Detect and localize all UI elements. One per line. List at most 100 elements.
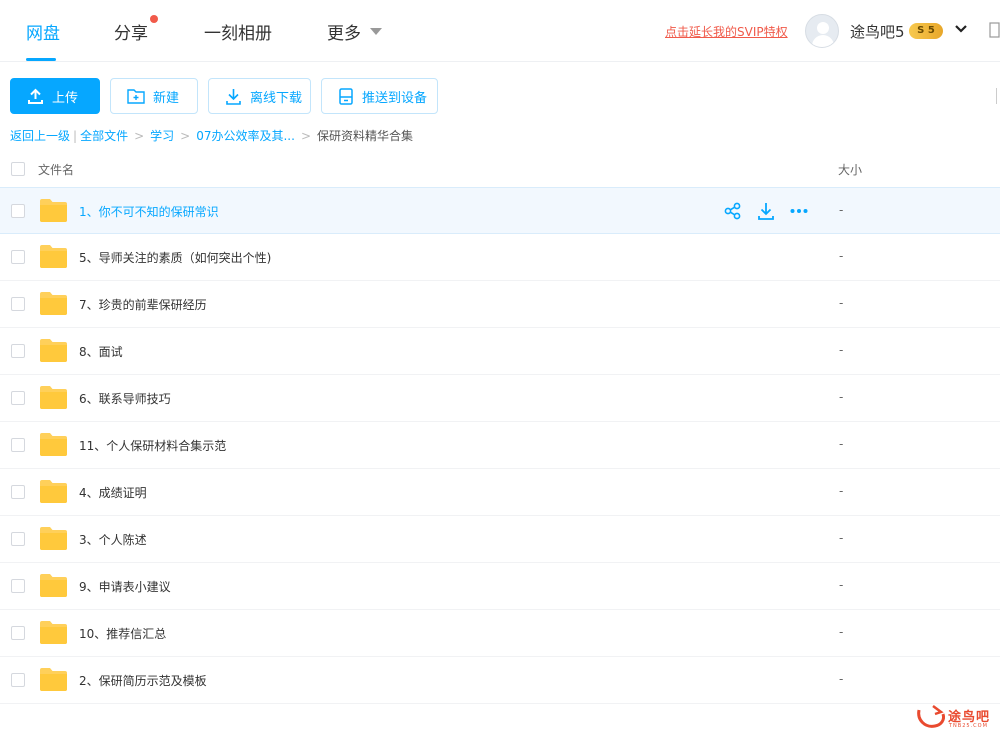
file-size: - [839, 203, 844, 217]
panel-icon[interactable] [988, 22, 1000, 38]
table-row[interactable]: 10、推荐信汇总 - [0, 610, 1000, 657]
breadcrumb-item-office[interactable]: 07办公效率及其... [196, 127, 295, 144]
username[interactable]: 途鸟吧5 [850, 21, 905, 42]
folder-icon [40, 433, 67, 456]
table-header: 文件名 大小 [0, 152, 1000, 186]
file-name[interactable]: 6、联系导师技巧 [79, 390, 171, 407]
file-name[interactable]: 8、面试 [79, 343, 123, 360]
active-tab-indicator [26, 58, 56, 61]
row-checkbox[interactable] [11, 204, 25, 218]
folder-icon [40, 386, 67, 409]
offline-download-label: 离线下载 [250, 90, 303, 106]
file-name[interactable]: 10、推荐信汇总 [79, 625, 166, 642]
upload-label: 上传 [52, 90, 79, 106]
watermark-subtext: TNB25.COM [949, 723, 988, 729]
share-icon[interactable] [723, 201, 743, 221]
file-name[interactable]: 5、导师关注的素质（如何突出个性) [79, 249, 271, 266]
file-name[interactable]: 2、保研简历示范及模板 [79, 672, 207, 689]
device-icon [339, 87, 353, 105]
breadcrumb-item-all-files[interactable]: 全部文件 [80, 127, 128, 144]
table-row[interactable]: 4、成绩证明 - [0, 469, 1000, 516]
top-nav: 网盘 分享 一刻相册 更多 点击延长我的SVIP特权 途鸟吧5 S 5 [0, 0, 1000, 62]
row-checkbox[interactable] [11, 673, 25, 687]
row-checkbox[interactable] [11, 626, 25, 640]
tab-netdisk[interactable]: 网盘 [26, 19, 60, 44]
file-name[interactable]: 9、申请表小建议 [79, 578, 171, 595]
table-row[interactable]: 3、个人陈述 - [0, 516, 1000, 563]
file-size: - [839, 531, 844, 545]
file-size: - [839, 672, 844, 686]
new-folder-button[interactable]: 新建 [110, 78, 198, 114]
row-checkbox[interactable] [11, 485, 25, 499]
more-caret-icon[interactable] [370, 28, 382, 35]
row-checkbox[interactable] [11, 391, 25, 405]
upload-icon [28, 88, 43, 104]
notification-dot [150, 15, 158, 23]
table-row[interactable]: 6、联系导师技巧 - [0, 375, 1000, 422]
file-size: - [839, 484, 844, 498]
folder-icon [40, 527, 67, 550]
svip-badge: S 5 [909, 23, 943, 39]
table-row[interactable]: 1、你不可不知的保研常识 - [0, 187, 1000, 234]
folder-icon [40, 480, 67, 503]
breadcrumb-separator: > [180, 128, 191, 143]
table-row[interactable]: 5、导师关注的素质（如何突出个性) - [0, 234, 1000, 281]
table-row[interactable]: 11、个人保研材料合集示范 - [0, 422, 1000, 469]
download-icon[interactable] [756, 201, 776, 221]
breadcrumb-item-study[interactable]: 学习 [150, 127, 174, 144]
folder-icon [40, 574, 67, 597]
file-size: - [839, 343, 844, 357]
more-icon[interactable] [789, 201, 809, 221]
file-name[interactable]: 7、珍贵的前辈保研经历 [79, 296, 207, 313]
file-size: - [839, 296, 844, 310]
push-to-device-label: 推送到设备 [362, 90, 428, 106]
svip-renew-link[interactable]: 点击延长我的SVIP特权 [665, 23, 788, 40]
row-checkbox[interactable] [11, 344, 25, 358]
toolbar-edge [996, 88, 1000, 104]
folder-icon [40, 668, 67, 691]
table-row[interactable]: 9、申请表小建议 - [0, 563, 1000, 610]
breadcrumb: 返回上一级 | 全部文件 > 学习 > 07办公效率及其... > 保研资料精华… [10, 127, 413, 144]
select-all-checkbox[interactable] [11, 162, 25, 176]
breadcrumb-separator: > [300, 128, 311, 143]
file-size: - [839, 249, 844, 263]
table-row[interactable]: 8、面试 - [0, 328, 1000, 375]
push-to-device-button[interactable]: 推送到设备 [321, 78, 438, 114]
new-folder-icon [127, 89, 145, 104]
table-row[interactable]: 2、保研简历示范及模板 - [0, 657, 1000, 704]
file-size: - [839, 437, 844, 451]
tab-share[interactable]: 分享 [114, 19, 148, 44]
folder-icon [40, 292, 67, 315]
breadcrumb-divider: | [73, 128, 78, 143]
file-size: - [839, 578, 844, 592]
file-name[interactable]: 1、你不可不知的保研常识 [79, 203, 219, 220]
breadcrumb-separator: > [134, 128, 145, 143]
file-size: - [839, 390, 844, 404]
column-header-name[interactable]: 文件名 [38, 161, 74, 178]
tab-more[interactable]: 更多 [327, 19, 361, 44]
row-actions [723, 201, 809, 221]
file-name[interactable]: 3、个人陈述 [79, 531, 147, 548]
file-size: - [839, 625, 844, 639]
new-folder-label: 新建 [153, 90, 180, 106]
download-icon [226, 88, 241, 105]
tab-album[interactable]: 一刻相册 [204, 19, 272, 44]
column-header-size[interactable]: 大小 [838, 161, 862, 178]
row-checkbox[interactable] [11, 250, 25, 264]
breadcrumb-current: 保研资料精华合集 [317, 129, 414, 143]
row-checkbox[interactable] [11, 579, 25, 593]
folder-icon [40, 245, 67, 268]
file-name[interactable]: 11、个人保研材料合集示范 [79, 437, 226, 454]
avatar[interactable] [805, 14, 839, 48]
file-name[interactable]: 4、成绩证明 [79, 484, 147, 501]
row-checkbox[interactable] [11, 532, 25, 546]
row-checkbox[interactable] [11, 297, 25, 311]
folder-icon [40, 621, 67, 644]
table-row[interactable]: 7、珍贵的前辈保研经历 - [0, 281, 1000, 328]
chevron-down-icon[interactable] [953, 21, 969, 37]
breadcrumb-back[interactable]: 返回上一级 [10, 127, 70, 144]
offline-download-button[interactable]: 离线下载 [208, 78, 311, 114]
folder-icon [40, 199, 67, 222]
upload-button[interactable]: 上传 [10, 78, 100, 114]
row-checkbox[interactable] [11, 438, 25, 452]
